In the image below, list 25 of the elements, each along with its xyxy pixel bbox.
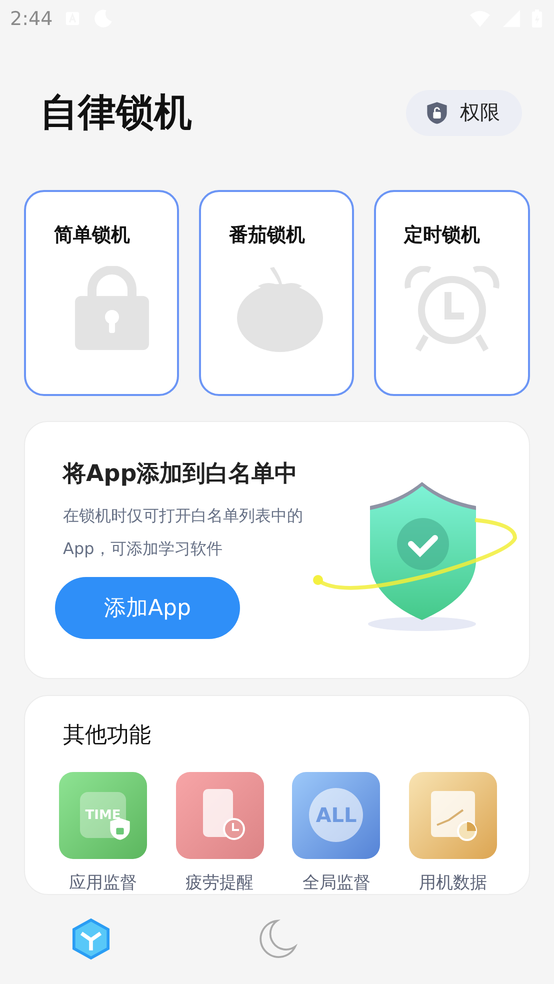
permission-button[interactable]: 权限: [406, 90, 522, 136]
card-description: 在锁机时仅可打开白名单列表中的App，可添加学习软件: [63, 504, 304, 560]
clock-time: 2:44: [10, 8, 53, 30]
mode-label: 番茄锁机: [229, 222, 305, 248]
card-title: 将App添加到白名单中: [63, 460, 299, 489]
feature-label: 全局监督: [302, 872, 370, 894]
feature-label: 用机数据: [418, 872, 487, 894]
mode-label: 定时锁机: [404, 222, 480, 248]
page-title: 自律锁机: [40, 89, 192, 136]
mode-card[interactable]: 定时锁机: [374, 190, 530, 396]
padlock-icon: [75, 266, 149, 350]
tomato-icon: [236, 266, 324, 352]
section-title: 其他功能: [63, 722, 152, 750]
mode-card[interactable]: 简单锁机: [24, 190, 179, 396]
cube-icon[interactable]: [72, 918, 110, 960]
shield-lock-icon: [426, 100, 448, 125]
feature-label: 疲劳提醒: [186, 872, 254, 894]
feature-label: 应用监督: [69, 872, 137, 894]
mode-label: 简单锁机: [54, 222, 130, 248]
mode-card[interactable]: 番茄锁机: [199, 190, 354, 396]
chart-icon[interactable]: [408, 772, 497, 859]
alarm-clock-icon: [404, 266, 500, 352]
phone-clock-icon[interactable]: [176, 772, 264, 859]
icon-label: TIME: [85, 808, 121, 823]
icon-label: ALL: [316, 803, 357, 828]
